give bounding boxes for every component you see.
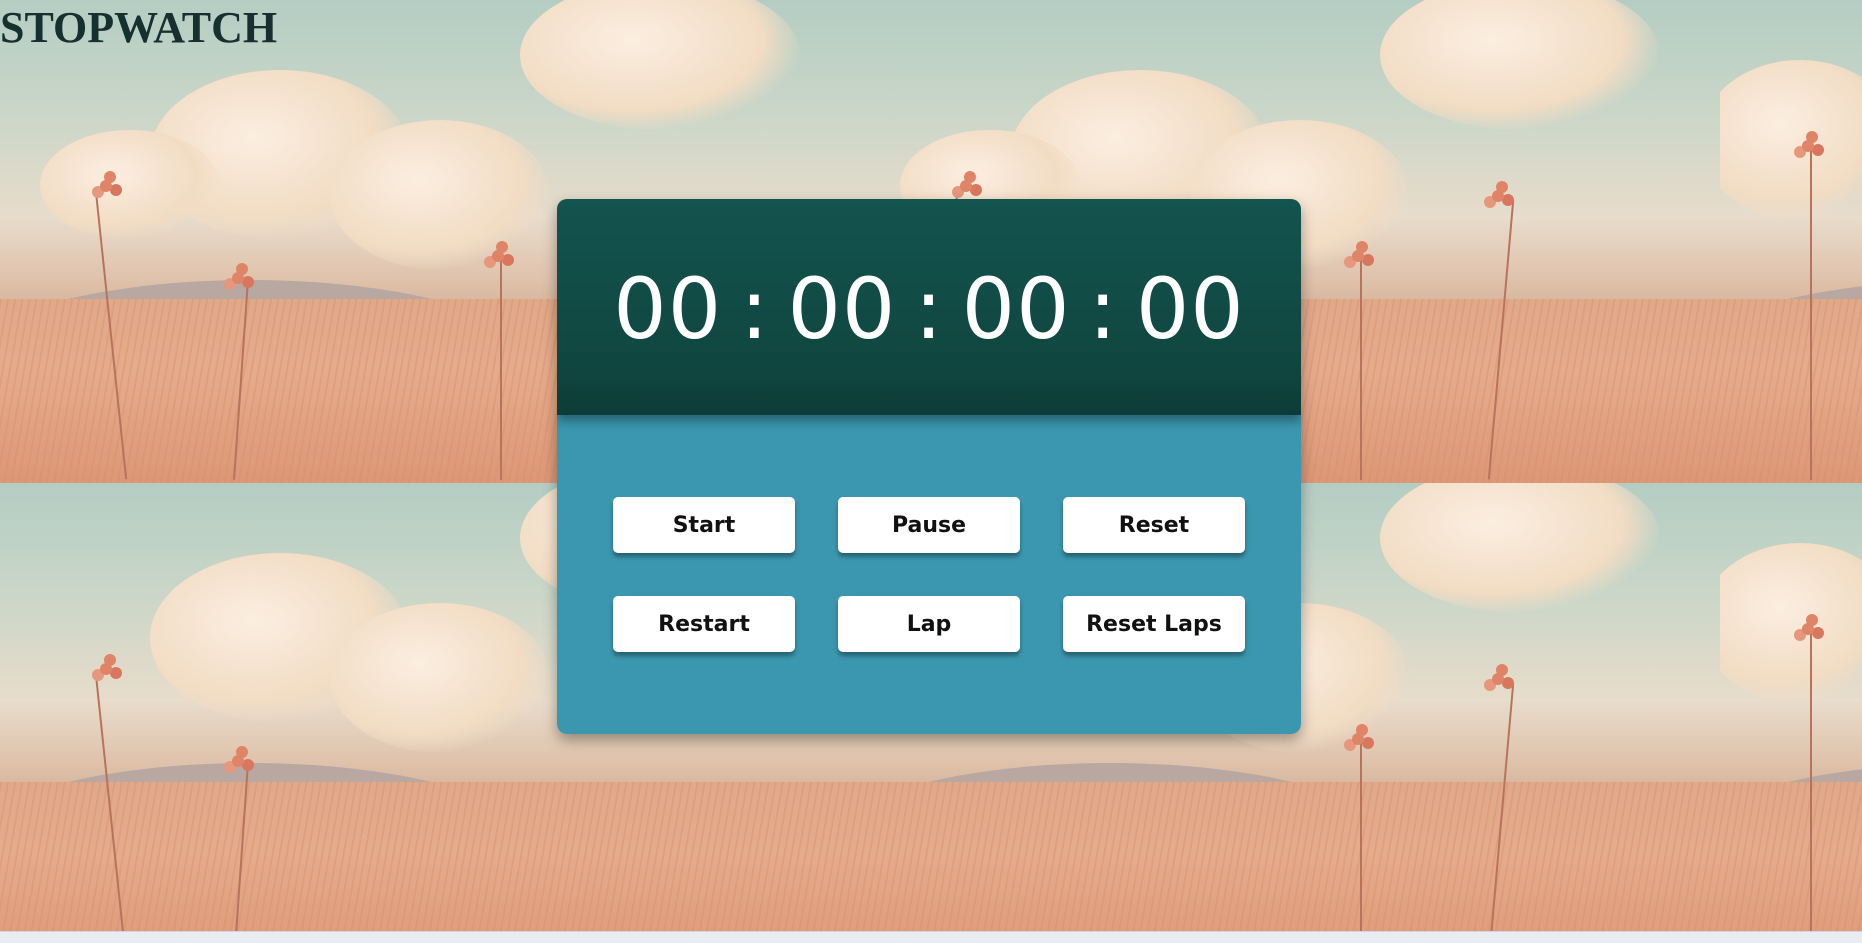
background-tile: [1720, 0, 1862, 483]
page-title: STOPWATCH: [0, 3, 278, 52]
controls-panel: Start Pause Reset Restart Lap Reset Laps: [557, 415, 1301, 734]
time-readout: 00:00:00:00: [613, 260, 1245, 358]
stopwatch-card: 00:00:00:00 Start Pause Reset Restart La…: [557, 199, 1301, 734]
hours-value: 00: [613, 260, 723, 358]
centiseconds-value: 00: [1135, 260, 1245, 358]
reset-laps-button[interactable]: Reset Laps: [1063, 596, 1245, 652]
start-button[interactable]: Start: [613, 497, 795, 553]
pause-button[interactable]: Pause: [838, 497, 1020, 553]
reset-button[interactable]: Reset: [1063, 497, 1245, 553]
restart-button[interactable]: Restart: [613, 596, 795, 652]
seconds-value: 00: [961, 260, 1071, 358]
time-display: 00:00:00:00: [557, 199, 1301, 415]
time-separator: :: [1088, 260, 1118, 358]
lap-button[interactable]: Lap: [838, 596, 1020, 652]
time-separator: :: [914, 260, 944, 358]
background-tile: [1720, 483, 1862, 931]
minutes-value: 00: [787, 260, 897, 358]
window-bottom-edge: [0, 931, 1862, 943]
time-separator: :: [740, 260, 770, 358]
